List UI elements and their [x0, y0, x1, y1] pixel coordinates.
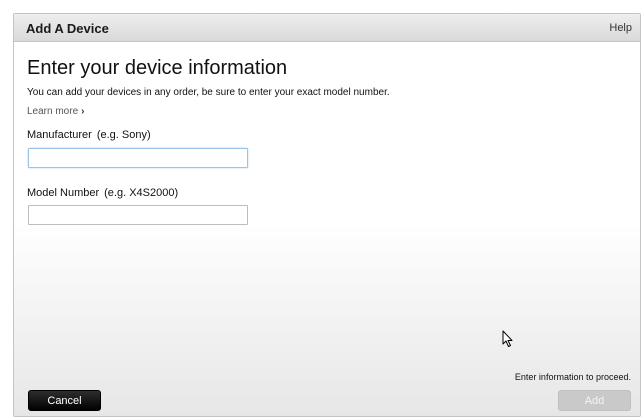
learn-more-label: Learn more	[27, 106, 79, 117]
dialog-titlebar: Add A Device Help	[14, 14, 640, 42]
add-device-dialog: Add A Device Help Enter your device info…	[13, 13, 641, 417]
model-number-label-text: Model Number	[27, 187, 100, 199]
page-heading: Enter your device information	[27, 57, 288, 79]
manufacturer-label-text: Manufacturer	[27, 129, 92, 141]
model-number-label: Model Number (e.g. X4S2000)	[27, 187, 178, 199]
manufacturer-label: Manufacturer (e.g. Sony)	[27, 129, 151, 141]
help-link[interactable]: Help	[609, 22, 632, 34]
learn-more-link[interactable]: Learn more ›	[27, 106, 84, 117]
manufacturer-input[interactable]	[28, 148, 248, 168]
add-button[interactable]: Add	[558, 390, 631, 411]
mouse-pointer-icon	[502, 330, 513, 347]
chevron-right-icon: ›	[81, 106, 85, 117]
instructions-text: You can add your devices in any order, b…	[27, 87, 390, 98]
cancel-button[interactable]: Cancel	[28, 390, 101, 411]
model-number-hint: (e.g. X4S2000)	[104, 187, 179, 199]
status-message: Enter information to proceed.	[514, 372, 631, 382]
manufacturer-hint: (e.g. Sony)	[96, 129, 151, 141]
dialog-title: Add A Device	[26, 21, 109, 36]
model-number-input[interactable]	[28, 205, 248, 225]
